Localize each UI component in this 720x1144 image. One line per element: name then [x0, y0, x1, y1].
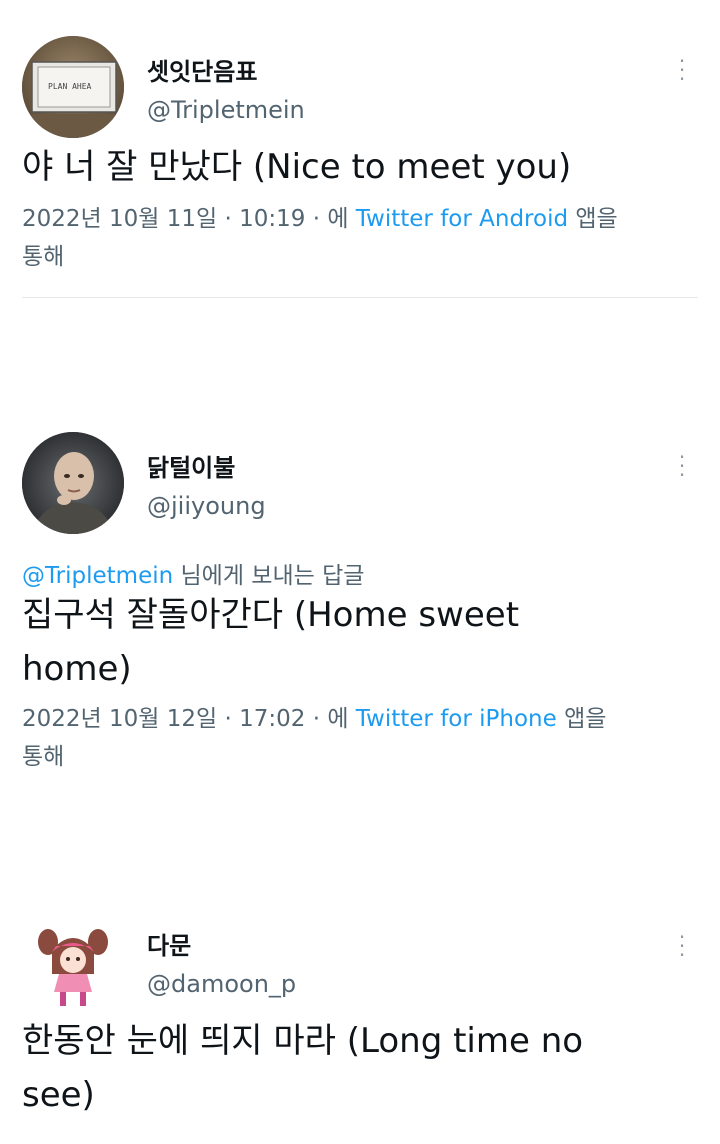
tweet-text-line-2: home): [22, 649, 132, 689]
reply-label: 님에게 보내는 답글: [173, 563, 365, 589]
tweet-text: 집구석 잘돌아간다 (Home sweet home): [22, 588, 682, 696]
avatar-image: [22, 912, 124, 1014]
display-name[interactable]: 셋잇단음표: [147, 52, 257, 87]
svg-text:PLAN AHEA: PLAN AHEA: [48, 82, 92, 91]
display-name[interactable]: 닭털이불: [147, 448, 235, 483]
divider: [22, 297, 698, 298]
display-name[interactable]: 다문: [147, 926, 191, 961]
tweet-text-line-1: 한동안 눈에 띄지 마라 (Long time no: [22, 1021, 584, 1061]
tweet-metadata: 2022년 10월 11일 · 10:19 · 에 Twitter for An…: [22, 200, 692, 276]
tweet-text: 한동안 눈에 띄지 마라 (Long time no see): [22, 1014, 682, 1122]
tweet-text-line-2: see): [22, 1075, 95, 1115]
source-app-link[interactable]: Twitter for iPhone: [356, 706, 557, 732]
source-suffix: 앱을: [575, 206, 618, 232]
avatar-image: PLAN AHEA: [22, 36, 124, 138]
tweet-date[interactable]: 2022년 10월 11일 · 10:19 · 에: [22, 206, 348, 232]
plan-sign-photo-avatar[interactable]: PLAN AHEA: [22, 36, 124, 138]
tweet-text-line-1: 집구석 잘돌아간다 (Home sweet: [22, 595, 520, 635]
user-handle[interactable]: @Tripletmein: [147, 96, 305, 124]
source-app-link[interactable]: Twitter for Android: [356, 206, 568, 232]
reply-context: @Tripletmein 님에게 보내는 답글: [22, 556, 364, 590]
tweet-metadata: 2022년 10월 12일 · 17:02 · 에 Twitter for iP…: [22, 700, 692, 776]
more-options-icon[interactable]: · · ·: [676, 927, 688, 965]
reply-mention-link[interactable]: @Tripletmein: [22, 563, 173, 589]
user-handle[interactable]: @jiiyoung: [147, 492, 266, 520]
source-suffix-2: 통해: [22, 244, 65, 270]
source-suffix-2: 통해: [22, 744, 65, 770]
source-suffix: 앱을: [564, 706, 607, 732]
anime-girl-avatar[interactable]: [22, 912, 124, 1014]
user-handle[interactable]: @damoon_p: [147, 970, 296, 998]
avatar-image: [22, 432, 124, 534]
tweet-1[interactable]: PLAN AHEA 셋잇단음표 @Tripletmein · · · 야 너 잘 만…: [0, 0, 720, 300]
more-options-icon[interactable]: · · ·: [676, 447, 688, 485]
tweet-text: 야 너 잘 만났다 (Nice to meet you): [22, 147, 572, 187]
tweet-date[interactable]: 2022년 10월 12일 · 17:02 · 에: [22, 706, 348, 732]
bald-man-photo-avatar[interactable]: [22, 432, 124, 534]
more-options-icon[interactable]: · · ·: [676, 51, 688, 89]
